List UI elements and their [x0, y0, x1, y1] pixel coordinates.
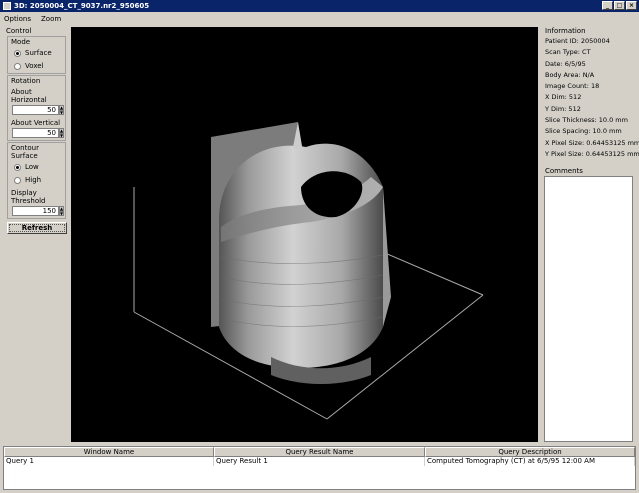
title-bar: 3D: 2050004_CT_9037.nr2_950605 _ □ × [0, 0, 639, 12]
ct-surface-render [133, 122, 484, 420]
spin-down-icon[interactable]: ▼ [59, 110, 65, 115]
horizontal-label: About Horizontal [11, 88, 47, 104]
contour-group: Contour Surface Low High Display Thresho… [7, 142, 66, 219]
control-panel: Control Mode Surface Voxel Rotation Abou… [3, 26, 68, 444]
window-title: 3D: 2050004_CT_9037.nr2_950605 [14, 2, 150, 10]
info-slice-thickness: Slice Thickness: 10.0 mm [545, 116, 628, 125]
mode-title: Mode [11, 38, 31, 46]
radio-low-label: Low [25, 163, 39, 171]
mode-group: Mode Surface Voxel [7, 36, 66, 74]
minimize-icon[interactable]: _ [602, 1, 613, 10]
close-icon[interactable]: × [626, 1, 637, 10]
threshold-label: Display Threshold [11, 189, 46, 205]
cell-window-name: Query 1 [4, 457, 214, 466]
table-row[interactable]: Query 1 Query Result 1 Computed Tomograp… [4, 457, 635, 466]
rotation-group: Rotation About Horizontal ▲▼ About Verti… [7, 75, 66, 141]
info-y-pixel-size: Y Pixel Size: 0.64453125 mm [545, 149, 639, 158]
info-body-area: Body Area: N/A [545, 70, 595, 79]
radio-unselected-icon[interactable] [14, 176, 21, 184]
radio-selected-icon[interactable] [14, 163, 21, 171]
info-x-pixel-size: X Pixel Size: 0.64453125 mm [545, 138, 639, 147]
radio-unselected-icon[interactable] [14, 62, 21, 70]
cell-query-description: Computed Tomography (CT) at 6/5/95 12:00… [425, 457, 635, 466]
right-slab [383, 187, 391, 327]
info-slice-spacing: Slice Spacing: 10.0 mm [545, 127, 622, 136]
threshold-spinner[interactable]: ▲▼ [12, 206, 65, 216]
info-x-dim: X Dim: 512 [545, 93, 582, 102]
info-date: Date: 6/5/95 [545, 59, 586, 68]
info-scan-type: Scan Type: CT [545, 48, 591, 57]
maximize-icon[interactable]: □ [614, 1, 625, 10]
radio-high-label: High [25, 176, 42, 184]
comments-textarea[interactable] [544, 176, 633, 442]
info-y-dim: Y Dim: 512 [545, 104, 581, 113]
radio-surface-label: Surface [25, 49, 52, 57]
radio-high[interactable]: High [8, 174, 65, 187]
radio-voxel-label: Voxel [25, 62, 44, 70]
horizontal-input[interactable] [12, 105, 59, 115]
vertical-spinner[interactable]: ▲▼ [12, 128, 65, 138]
information-panel: Information Patient ID: 2050004 Scan Typ… [541, 26, 639, 444]
radio-low[interactable]: Low [8, 161, 65, 174]
information-title: Information [545, 27, 586, 35]
horizontal-spinner[interactable]: ▲▼ [12, 105, 65, 115]
vertical-label: About Vertical [11, 119, 61, 127]
app-icon [3, 2, 11, 10]
spin-down-icon[interactable]: ▼ [59, 211, 65, 216]
query-table: Window Name Query Result Name Query Desc… [3, 446, 636, 490]
body-surface [219, 143, 383, 368]
table-header: Window Name Query Result Name Query Desc… [4, 447, 635, 457]
cell-query-result-name: Query Result 1 [214, 457, 425, 466]
menu-bar: Options Zoom [0, 12, 639, 25]
comments-title: Comments [545, 167, 583, 176]
info-image-count: Image Count: 18 [545, 82, 600, 91]
rotation-title: Rotation [11, 77, 41, 85]
spin-down-icon[interactable]: ▼ [59, 133, 65, 138]
window-controls: _ □ × [602, 1, 637, 10]
column-query-description[interactable]: Query Description [425, 447, 635, 457]
info-patient-id: Patient ID: 2050004 [545, 37, 610, 45]
vertical-input[interactable] [12, 128, 59, 138]
refresh-button[interactable]: Refresh [7, 222, 67, 234]
menu-zoom[interactable]: Zoom [41, 15, 61, 23]
threshold-input[interactable] [12, 206, 59, 216]
render-viewport[interactable] [71, 27, 538, 442]
column-query-result-name[interactable]: Query Result Name [214, 447, 425, 457]
menu-options[interactable]: Options [4, 15, 31, 23]
control-title: Control [6, 27, 32, 35]
radio-selected-icon[interactable] [14, 49, 21, 57]
contour-title: Contour Surface [11, 144, 39, 160]
column-window-name[interactable]: Window Name [4, 447, 214, 457]
radio-voxel[interactable]: Voxel [8, 60, 65, 73]
radio-surface[interactable]: Surface [8, 47, 65, 60]
